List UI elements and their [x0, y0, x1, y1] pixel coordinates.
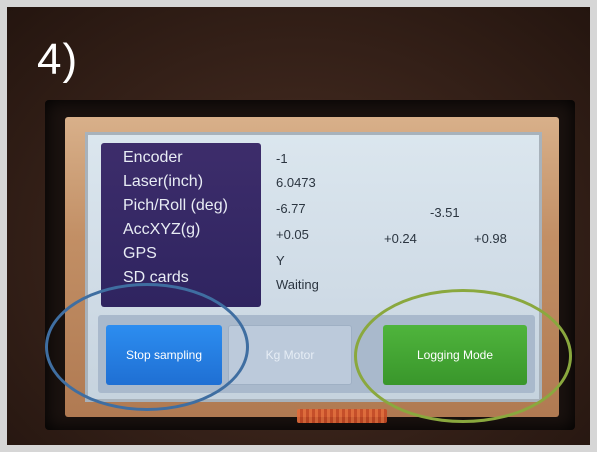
step-number-label: 4) [37, 35, 79, 84]
logging-mode-button[interactable]: Logging Mode [383, 325, 527, 385]
encoder-label: Encoder [123, 149, 183, 166]
laser-value: 6.0473 [276, 175, 316, 190]
stop-sampling-button[interactable]: Stop sampling [106, 325, 222, 385]
gps-value: Y [276, 253, 285, 268]
ribbon-connector [297, 409, 387, 423]
sd-cards-value: Waiting [276, 277, 319, 292]
motor-button[interactable]: Kg Motor [228, 325, 352, 385]
control-button-bar: Stop sampling Kg Motor Logging Mode [98, 315, 535, 393]
laser-label: Laser(inch) [123, 173, 204, 190]
gps-label: GPS [123, 245, 157, 262]
acc-z-value: +0.98 [474, 231, 507, 246]
touch-screen: Encoder Laser(inch) Pich/Roll (deg) AccX… [85, 132, 542, 402]
encoder-value: -1 [276, 151, 288, 166]
accxyz-label: AccXYZ(g) [123, 221, 201, 238]
sd-cards-label: SD cards [123, 269, 189, 286]
sensor-label-panel: Encoder Laser(inch) Pich/Roll (deg) AccX… [101, 143, 261, 307]
acc-y-value: +0.24 [384, 231, 417, 246]
pitch-value: -6.77 [276, 201, 306, 216]
pitch-roll-label: Pich/Roll (deg) [123, 197, 228, 214]
photo-frame: 4) Encoder Laser(inch) Pich/Roll (deg) A… [0, 0, 597, 452]
roll-value: -3.51 [430, 205, 460, 220]
acc-x-value: +0.05 [276, 227, 309, 242]
